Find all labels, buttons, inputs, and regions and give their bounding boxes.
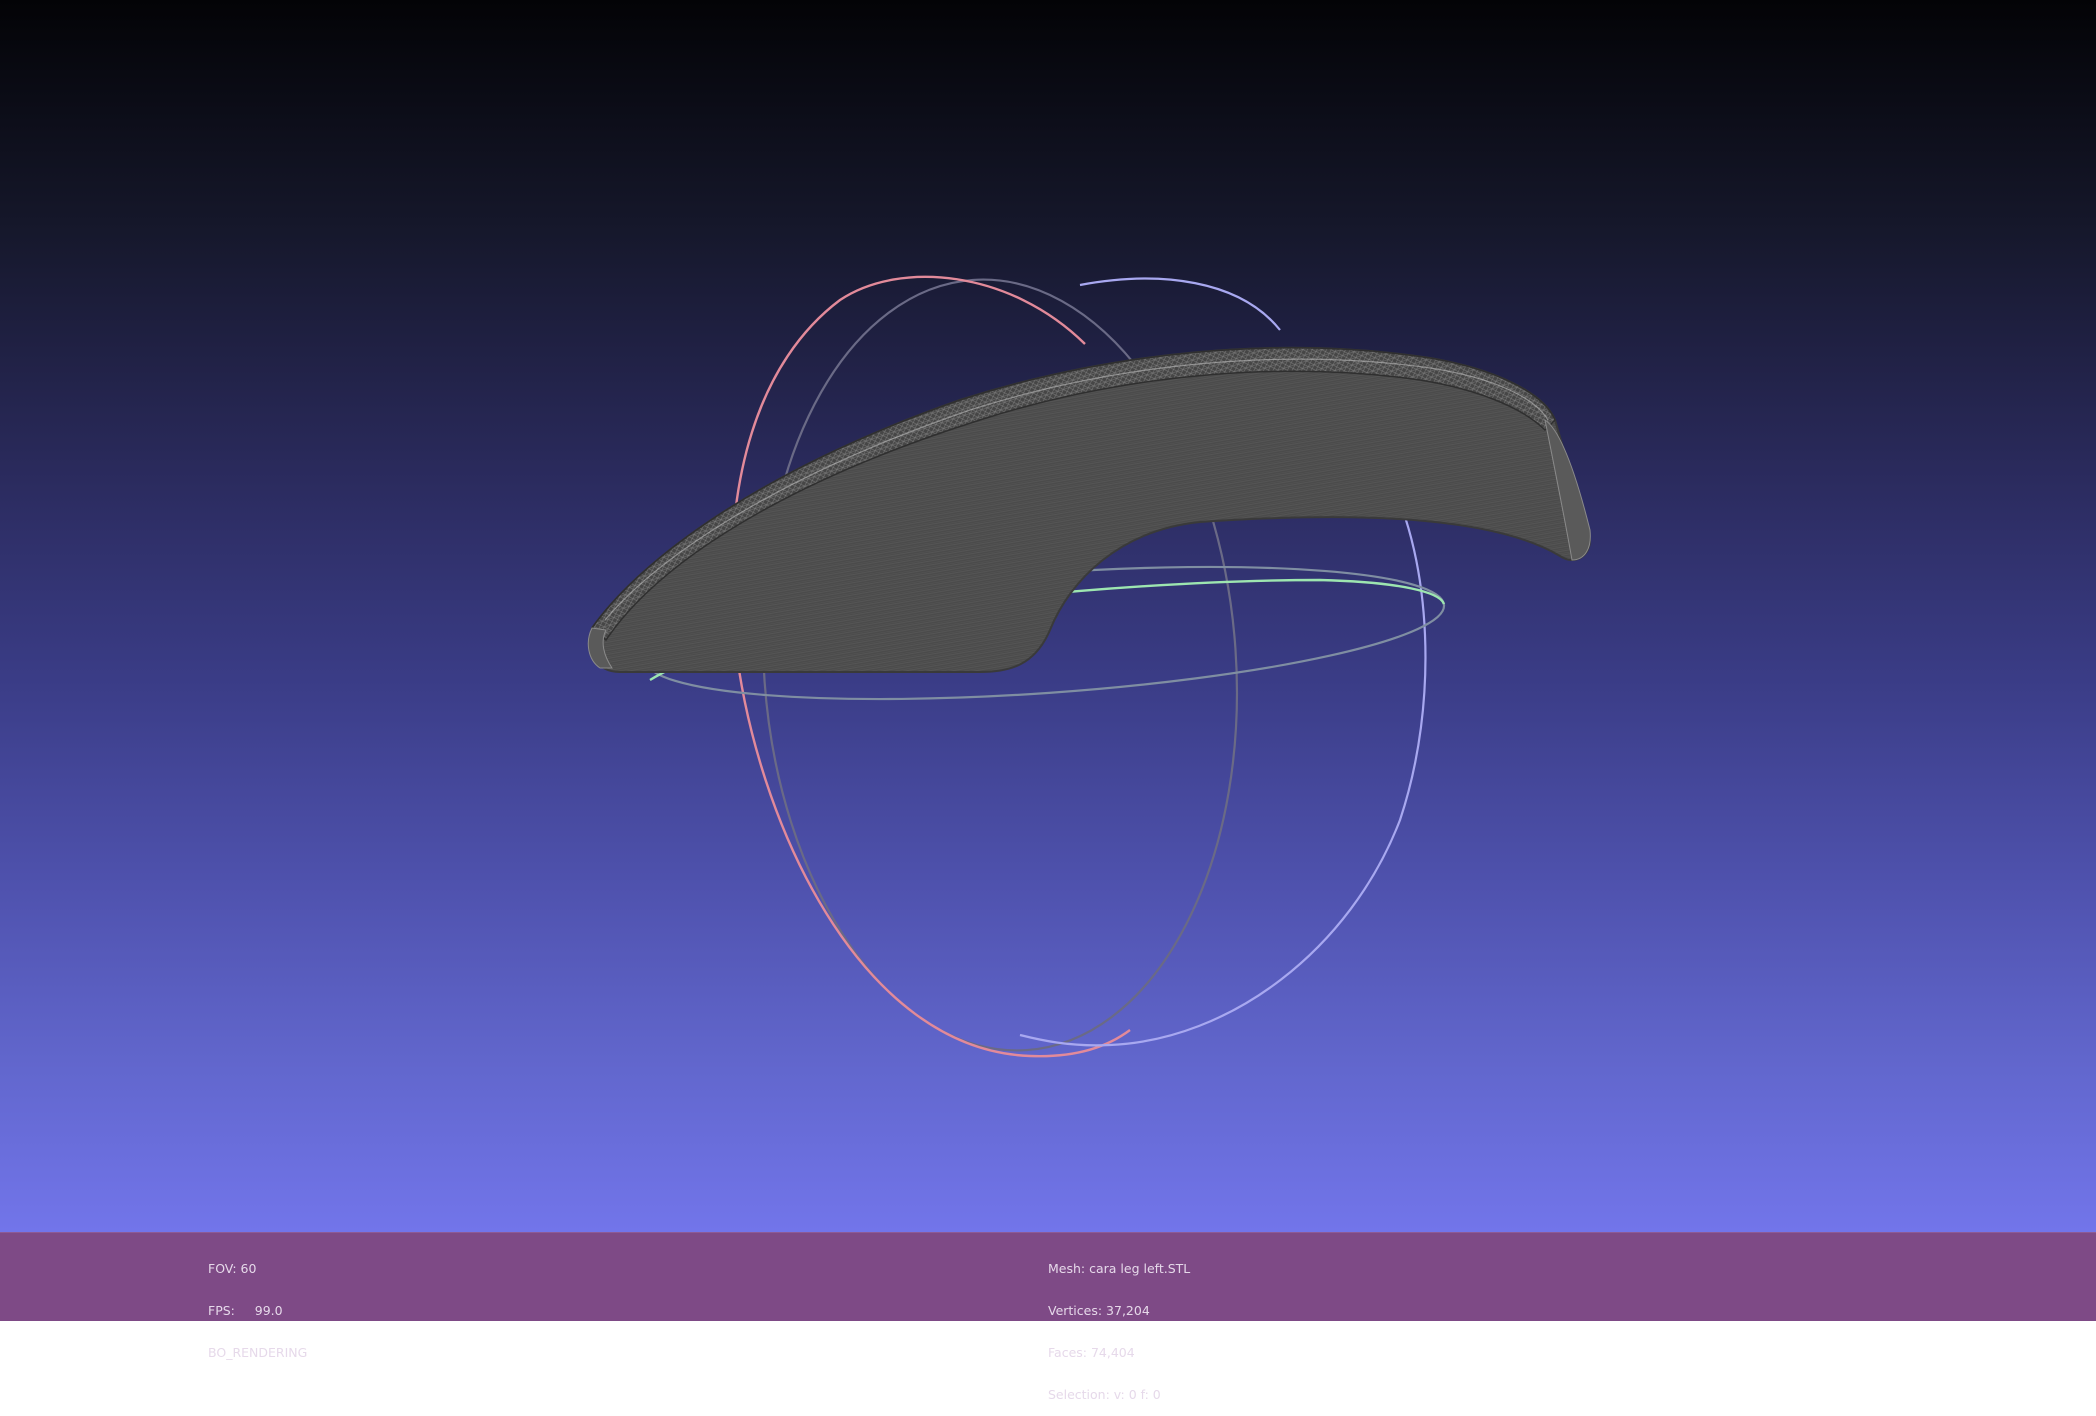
fps-label: FPS: 99.0: [208, 1303, 283, 1318]
mesh-name-label: Mesh: cara leg left.STL: [1048, 1261, 1191, 1276]
fov-label: FOV: 60: [208, 1261, 257, 1276]
scene-canvas[interactable]: [0, 0, 2096, 1232]
3d-viewport[interactable]: [0, 0, 2096, 1232]
selection-label: Selection: v: 0 f: 0: [1048, 1387, 1161, 1402]
mesh-model[interactable]: [587, 346, 1592, 673]
trackball-ring-z-top: [1079, 277, 1281, 331]
faces-label: Faces: 74,404: [1048, 1345, 1135, 1360]
mesh-info: Mesh: cara leg left.STL Vertices: 37,204…: [1048, 1234, 1190, 1416]
vertices-label: Vertices: 37,204: [1048, 1303, 1150, 1318]
render-mode-label: BO_RENDERING: [208, 1345, 308, 1360]
render-info: FOV: 60 FPS: 99.0 BO_RENDERING: [208, 1234, 307, 1374]
